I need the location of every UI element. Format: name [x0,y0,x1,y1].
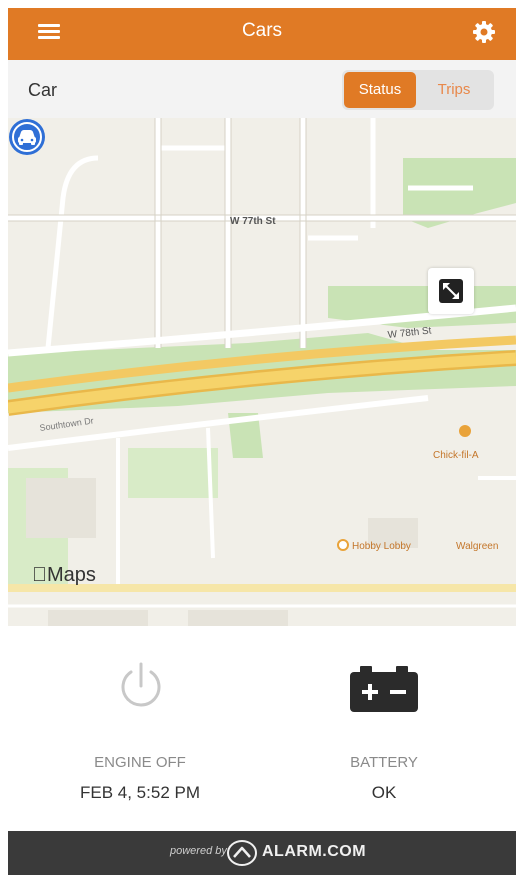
powered-by-text: powered by [170,845,227,857]
engine-status-label: ENGINE OFF [94,754,186,771]
building [188,610,288,626]
street [45,155,99,349]
device-bar: Car Status Trips [8,60,516,118]
page-title: Cars [241,20,283,41]
maps-attribution: Maps [32,564,96,586]
expand-icon [439,279,463,303]
device-label: Car [28,80,58,100]
power-icon [121,662,161,707]
alarm-logo-icon [227,840,257,866]
place-label-hobby-lobby: Hobby Lobby [352,541,411,552]
street-label-w78th: W 78th St [387,325,432,341]
app-window: Cars Car Status Trips W 77th St W 78th S… [8,8,516,875]
place-label-chick-fil-a: Chick-fil-A [433,450,479,461]
park-area [128,448,218,498]
top-bar: Cars [8,8,516,60]
battery-status: OK [371,783,397,802]
map-view[interactable]: W 77th St W 78th St Southtown Dr Chick-f… [8,118,516,626]
battery-label: BATTERY [350,754,418,771]
car-location-pin[interactable] [8,118,46,156]
apple-logo-icon:  [32,564,47,586]
footer-bar: powered by ALARM.COM [8,831,516,875]
tab-status[interactable]: Status [344,72,416,108]
street-label-southtown: Southtown Dr [39,415,94,432]
gear-icon[interactable] [472,20,496,44]
expand-map-button[interactable] [428,268,474,314]
building [26,478,96,538]
map-drawing: W 77th St W 78th St Southtown Dr Chick-f… [8,118,516,626]
tab-trips[interactable]: Trips [418,72,490,108]
engine-status-time: FEB 4, 5:52 PM [80,783,200,802]
place-label-walgreens: Walgreen [456,541,498,552]
brand-name: ALARM.COM [262,843,367,860]
view-switcher: Status Trips [342,70,494,110]
battery-icon [350,666,418,712]
street [206,427,215,559]
building [48,610,148,626]
hobby-lobby-pin-icon [337,539,349,551]
street-label-w77th: W 77th St [230,216,276,227]
chick-fil-a-pin-icon [459,425,471,437]
status-panel: ENGINE OFF FEB 4, 5:52 PM BATTERY OK [8,626,516,831]
